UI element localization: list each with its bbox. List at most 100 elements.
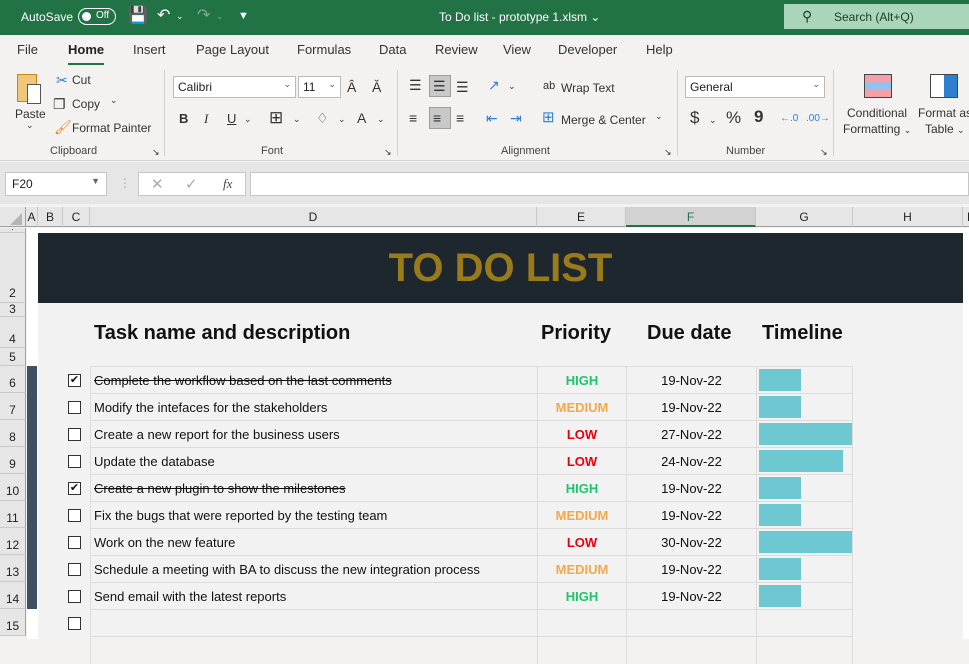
task-timeline[interactable] bbox=[756, 394, 853, 421]
font-launcher-icon[interactable]: ↘ bbox=[384, 147, 392, 158]
increase-decimal-icon[interactable]: ←.0 bbox=[780, 111, 798, 127]
redo-dropdown-icon[interactable]: ⌄ bbox=[216, 7, 224, 25]
row-header-11[interactable]: 11 bbox=[0, 501, 26, 528]
task-name[interactable]: Update the database bbox=[90, 448, 537, 475]
task-due-date[interactable]: 24-Nov-22 bbox=[626, 448, 756, 475]
tab-view[interactable]: View bbox=[503, 42, 531, 57]
task-priority[interactable]: HIGH bbox=[537, 475, 626, 502]
column-header-e[interactable]: E bbox=[537, 207, 626, 227]
task-checkbox[interactable] bbox=[68, 509, 81, 522]
percent-button[interactable]: % bbox=[726, 109, 741, 126]
empty-cell[interactable] bbox=[756, 637, 853, 664]
row-header-6[interactable]: 6 bbox=[0, 366, 26, 393]
task-checkbox[interactable]: ✔ bbox=[68, 374, 81, 387]
underline-button[interactable]: U bbox=[227, 111, 236, 127]
task-name[interactable]: Complete the workflow based on the last … bbox=[90, 367, 537, 394]
fill-color-icon[interactable]: ♢ bbox=[316, 110, 329, 126]
align-bottom-icon[interactable]: ☰ bbox=[456, 79, 469, 95]
row-header-14[interactable]: 14 bbox=[0, 582, 26, 609]
tab-formulas[interactable]: Formulas bbox=[297, 42, 351, 57]
autosave-toggle[interactable]: Off bbox=[78, 8, 116, 25]
select-all-button[interactable] bbox=[0, 207, 26, 227]
task-name[interactable]: Work on the new feature bbox=[90, 529, 537, 556]
task-timeline[interactable] bbox=[756, 610, 853, 637]
cut-button[interactable]: Cut bbox=[72, 73, 91, 87]
copy-button[interactable]: Copy bbox=[72, 97, 100, 111]
orientation-icon[interactable]: ↗ bbox=[488, 77, 500, 93]
format-as-table-button[interactable]: Format as Table ⌄ bbox=[916, 71, 969, 139]
undo-dropdown-icon[interactable]: ⌄ bbox=[176, 7, 184, 25]
align-left-icon[interactable]: ≡ bbox=[409, 110, 417, 126]
borders-icon[interactable]: ⊞ bbox=[269, 109, 283, 126]
number-format-select[interactable]: General ⌄ bbox=[685, 76, 825, 98]
cancel-icon[interactable]: ✕ bbox=[151, 175, 164, 193]
task-timeline[interactable] bbox=[756, 475, 853, 502]
task-due-date[interactable]: 19-Nov-22 bbox=[626, 502, 756, 529]
row-header-12[interactable]: 12 bbox=[0, 528, 26, 555]
format-painter-icon[interactable]: 🖌 bbox=[54, 119, 72, 135]
align-top-icon[interactable]: ☰ bbox=[409, 77, 422, 93]
task-priority[interactable]: MEDIUM bbox=[537, 502, 626, 529]
underline-dropdown-icon[interactable]: ⌄ bbox=[244, 111, 252, 127]
customize-toolbar-icon[interactable]: ▼ bbox=[238, 7, 249, 25]
task-checkbox[interactable] bbox=[68, 563, 81, 576]
borders-dropdown-icon[interactable]: ⌄ bbox=[293, 111, 301, 127]
formula-input[interactable] bbox=[250, 172, 969, 196]
task-priority[interactable]: LOW bbox=[537, 529, 626, 556]
currency-dropdown-icon[interactable]: ⌄ bbox=[709, 112, 717, 128]
task-priority[interactable]: MEDIUM bbox=[537, 394, 626, 421]
column-header-c[interactable]: C bbox=[63, 207, 90, 227]
decrease-decimal-icon[interactable]: .00→ bbox=[806, 111, 830, 127]
row-header-7[interactable]: 7 bbox=[0, 393, 26, 420]
column-header-d[interactable]: D bbox=[90, 207, 537, 227]
name-box-dropdown-icon[interactable]: ▼ bbox=[91, 176, 100, 186]
task-checkbox[interactable] bbox=[68, 590, 81, 603]
tab-developer[interactable]: Developer bbox=[558, 42, 617, 57]
task-checkbox[interactable] bbox=[68, 455, 81, 468]
task-name[interactable]: Fix the bugs that were reported by the t… bbox=[90, 502, 537, 529]
currency-button[interactable]: $ bbox=[690, 109, 699, 126]
undo-icon[interactable]: ↶ bbox=[157, 7, 170, 25]
column-header-g[interactable]: G bbox=[756, 207, 853, 227]
row-header-2[interactable]: 2 bbox=[0, 233, 26, 303]
task-due-date[interactable]: 19-Nov-22 bbox=[626, 583, 756, 610]
task-checkbox[interactable] bbox=[68, 536, 81, 549]
column-header-f[interactable]: F bbox=[626, 207, 756, 227]
enter-icon[interactable]: ✓ bbox=[185, 175, 198, 193]
fill-dropdown-icon[interactable]: ⌄ bbox=[338, 111, 346, 127]
tab-home[interactable]: Home bbox=[68, 42, 105, 66]
orientation-dropdown-icon[interactable]: ⌄ bbox=[508, 78, 516, 94]
empty-cell[interactable] bbox=[537, 637, 626, 664]
tab-data[interactable]: Data bbox=[379, 42, 406, 57]
empty-cell[interactable] bbox=[90, 637, 537, 664]
clipboard-launcher-icon[interactable]: ↘ bbox=[152, 147, 160, 158]
decrease-indent-icon[interactable]: ⇤ bbox=[486, 110, 498, 126]
task-due-date[interactable]: 27-Nov-22 bbox=[626, 421, 756, 448]
row-header-10[interactable]: 10 bbox=[0, 474, 26, 501]
task-due-date[interactable]: 30-Nov-22 bbox=[626, 529, 756, 556]
row-header-13[interactable]: 13 bbox=[0, 555, 26, 582]
row-header-3[interactable]: 3 bbox=[0, 303, 26, 317]
column-header-h[interactable]: H bbox=[853, 207, 963, 227]
name-box[interactable]: F20 ▼ bbox=[5, 172, 107, 196]
task-timeline[interactable] bbox=[756, 448, 853, 475]
tab-review[interactable]: Review bbox=[435, 42, 478, 57]
alignment-launcher-icon[interactable]: ↘ bbox=[664, 147, 672, 158]
conditional-formatting-button[interactable]: Conditional Formatting ⌄ bbox=[842, 71, 914, 139]
task-checkbox[interactable] bbox=[68, 617, 81, 630]
insert-function-button[interactable]: fx bbox=[223, 176, 232, 192]
copy-dropdown-icon[interactable]: ⌄ bbox=[110, 95, 118, 106]
column-header-i[interactable]: I bbox=[963, 207, 969, 227]
align-center-button[interactable]: ≡ bbox=[429, 107, 451, 129]
task-timeline[interactable] bbox=[756, 583, 853, 610]
task-priority[interactable] bbox=[537, 610, 626, 637]
font-color-dropdown-icon[interactable]: ⌄ bbox=[377, 111, 385, 127]
redo-icon[interactable]: ↷ bbox=[197, 7, 210, 25]
empty-cell[interactable] bbox=[626, 637, 756, 664]
task-name[interactable] bbox=[90, 610, 537, 637]
tab-page-layout[interactable]: Page Layout bbox=[196, 42, 269, 57]
font-name-select[interactable]: Calibri ⌄ bbox=[173, 76, 296, 98]
save-icon[interactable]: 💾 bbox=[128, 7, 148, 25]
task-name[interactable]: Send email with the latest reports bbox=[90, 583, 537, 610]
align-middle-button[interactable]: ☰ bbox=[429, 75, 451, 97]
